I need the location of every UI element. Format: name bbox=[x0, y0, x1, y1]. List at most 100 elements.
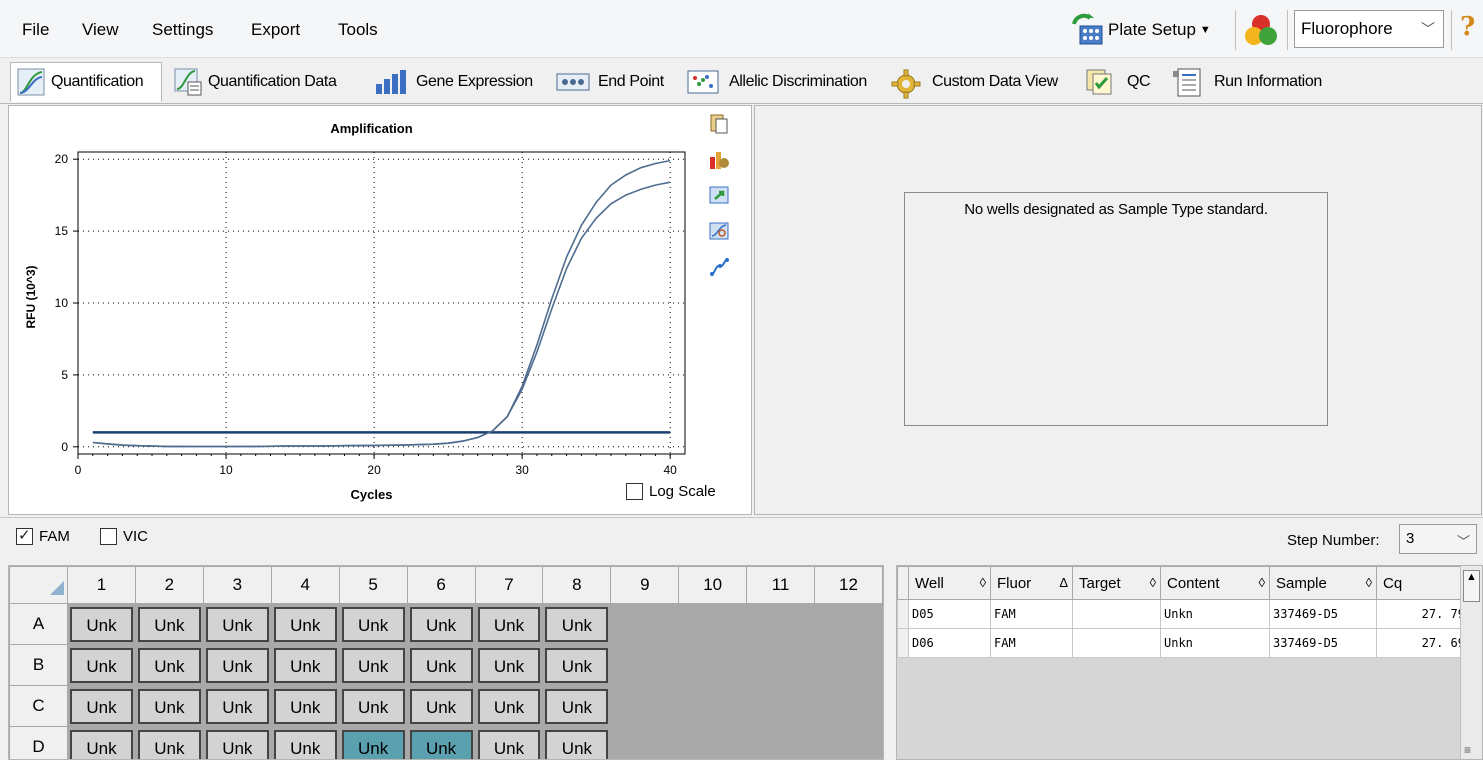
tab-allelic-discrimination[interactable]: Allelic Discrimination bbox=[687, 62, 867, 102]
plate-well[interactable]: Unk bbox=[338, 685, 408, 727]
plate-well[interactable]: Unk bbox=[134, 603, 204, 645]
sort-icon[interactable]: ◊ bbox=[1366, 575, 1372, 590]
sort-icon[interactable]: ◊ bbox=[1150, 575, 1156, 590]
fam-checkbox[interactable] bbox=[16, 526, 33, 545]
tab-quantification-data[interactable]: Quantification Data bbox=[174, 62, 337, 102]
vic-checkbox[interactable] bbox=[100, 528, 117, 545]
plate-column-header[interactable]: 3 bbox=[202, 566, 272, 604]
plate-well[interactable]: Unk bbox=[474, 726, 544, 759]
menu-settings[interactable]: Settings bbox=[152, 20, 213, 40]
tab-gene-expression[interactable]: Gene Expression bbox=[374, 62, 533, 102]
zoom-chart-icon[interactable] bbox=[708, 220, 730, 242]
plate-well[interactable]: Unk bbox=[542, 685, 612, 727]
plate-well-empty[interactable] bbox=[813, 644, 883, 686]
log-scale-checkbox[interactable] bbox=[626, 483, 643, 500]
plate-column-header[interactable]: 7 bbox=[474, 566, 544, 604]
plate-row-header[interactable]: D bbox=[9, 726, 68, 759]
help-icon[interactable]: ? bbox=[1460, 12, 1475, 42]
plate-well[interactable]: Unk bbox=[542, 603, 612, 645]
menu-file[interactable]: File bbox=[22, 20, 49, 40]
plate-well[interactable]: Unk bbox=[270, 726, 340, 759]
plate-well[interactable]: Unk bbox=[67, 644, 136, 686]
row-selector[interactable] bbox=[897, 628, 909, 658]
plate-well[interactable]: Unk bbox=[338, 726, 408, 759]
step-number-select[interactable]: 3 ﹀ bbox=[1399, 524, 1477, 554]
plate-well-empty[interactable] bbox=[678, 644, 748, 686]
plate-well-empty[interactable] bbox=[610, 685, 680, 727]
plate-well[interactable]: Unk bbox=[542, 726, 612, 759]
plate-well[interactable]: Unk bbox=[474, 685, 544, 727]
tab-qc[interactable]: QC bbox=[1085, 62, 1151, 102]
plate-column-header[interactable]: 12 bbox=[813, 566, 883, 604]
fluorophore-select[interactable]: Fluorophore ﹀ bbox=[1294, 10, 1444, 48]
copy-icon[interactable] bbox=[708, 112, 730, 134]
scroll-up-button[interactable]: ▲ bbox=[1463, 570, 1480, 602]
plate-well-empty[interactable] bbox=[746, 603, 815, 645]
plate-well[interactable]: Unk bbox=[202, 603, 272, 645]
dye-fam-toggle[interactable]: FAM bbox=[16, 526, 70, 545]
menu-view[interactable]: View bbox=[82, 20, 119, 40]
plate-well[interactable]: Unk bbox=[338, 603, 408, 645]
plate-well[interactable]: Unk bbox=[406, 603, 476, 645]
plate-well-empty[interactable] bbox=[746, 644, 815, 686]
plate-well[interactable]: Unk bbox=[406, 644, 476, 686]
row-selector[interactable] bbox=[897, 599, 909, 629]
log-scale-toggle[interactable]: Log Scale bbox=[626, 483, 716, 500]
run-status-icon[interactable] bbox=[1243, 13, 1279, 49]
plate-column-header[interactable]: 8 bbox=[542, 566, 612, 604]
sort-icon[interactable]: Δ bbox=[1059, 575, 1068, 590]
plate-well[interactable]: Unk bbox=[67, 685, 136, 727]
plate-well[interactable]: Unk bbox=[134, 644, 204, 686]
plate-well[interactable]: Unk bbox=[474, 603, 544, 645]
dye-vic-toggle[interactable]: VIC bbox=[100, 528, 148, 545]
plate-well[interactable]: Unk bbox=[338, 644, 408, 686]
plate-well-empty[interactable] bbox=[678, 685, 748, 727]
sort-icon[interactable]: ◊ bbox=[1259, 575, 1265, 590]
plate-well-empty[interactable] bbox=[746, 685, 815, 727]
table-row[interactable]: D05 FAM Unkn 337469-D5 27. 79 bbox=[897, 599, 1472, 629]
plate-well[interactable]: Unk bbox=[474, 644, 544, 686]
plate-well[interactable]: Unk bbox=[202, 685, 272, 727]
plate-row-header[interactable]: B bbox=[9, 644, 68, 686]
plate-well[interactable]: Unk bbox=[202, 726, 272, 759]
column-header-cq[interactable]: Cq◊ bbox=[1376, 566, 1472, 600]
plate-well-empty[interactable] bbox=[678, 603, 748, 645]
plate-well[interactable]: Unk bbox=[202, 644, 272, 686]
plate-well[interactable]: Unk bbox=[270, 644, 340, 686]
plate-well[interactable]: Unk bbox=[406, 685, 476, 727]
table-row[interactable]: D06 FAM Unkn 337469-D5 27. 69 bbox=[897, 628, 1472, 658]
plate-well-empty[interactable] bbox=[813, 603, 883, 645]
plate-well[interactable]: Unk bbox=[542, 644, 612, 686]
vertical-scrollbar[interactable]: ▲ ≡ bbox=[1460, 566, 1482, 759]
sort-icon[interactable]: ◊ bbox=[980, 575, 986, 590]
tab-end-point[interactable]: End Point bbox=[556, 62, 664, 102]
column-header-target[interactable]: Target ◊ bbox=[1072, 566, 1161, 600]
plate-well-empty[interactable] bbox=[610, 603, 680, 645]
menu-tools[interactable]: Tools bbox=[338, 20, 378, 40]
plate-column-header[interactable]: 4 bbox=[270, 566, 340, 604]
plate-well-empty[interactable] bbox=[746, 726, 815, 759]
curve-fit-icon[interactable] bbox=[708, 256, 730, 278]
plate-well-empty[interactable] bbox=[610, 644, 680, 686]
plate-column-header[interactable]: 6 bbox=[406, 566, 476, 604]
column-header-content[interactable]: Content ◊ bbox=[1160, 566, 1270, 600]
plate-well[interactable]: Unk bbox=[67, 726, 136, 759]
plate-well[interactable]: Unk bbox=[270, 685, 340, 727]
plate-well-empty[interactable] bbox=[813, 726, 883, 759]
tab-custom-data-view[interactable]: Custom Data View bbox=[890, 62, 1058, 102]
column-header-fluor[interactable]: Fluor Δ bbox=[990, 566, 1073, 600]
menu-export[interactable]: Export bbox=[251, 20, 300, 40]
export-chart-icon[interactable] bbox=[708, 184, 730, 206]
plate-well-empty[interactable] bbox=[678, 726, 748, 759]
tab-quantification[interactable]: Quantification bbox=[10, 62, 162, 102]
plate-column-header[interactable]: 9 bbox=[610, 566, 680, 604]
plate-column-header[interactable]: 2 bbox=[134, 566, 204, 604]
plate-well[interactable]: Unk bbox=[134, 726, 204, 759]
plate-well[interactable]: Unk bbox=[134, 685, 204, 727]
plate-well-empty[interactable] bbox=[813, 685, 883, 727]
chart-properties-icon[interactable] bbox=[708, 148, 730, 170]
plate-column-header[interactable]: 11 bbox=[746, 566, 815, 604]
plate-column-header[interactable]: 5 bbox=[338, 566, 408, 604]
column-header-sample[interactable]: Sample ◊ bbox=[1269, 566, 1377, 600]
plate-well-empty[interactable] bbox=[610, 726, 680, 759]
